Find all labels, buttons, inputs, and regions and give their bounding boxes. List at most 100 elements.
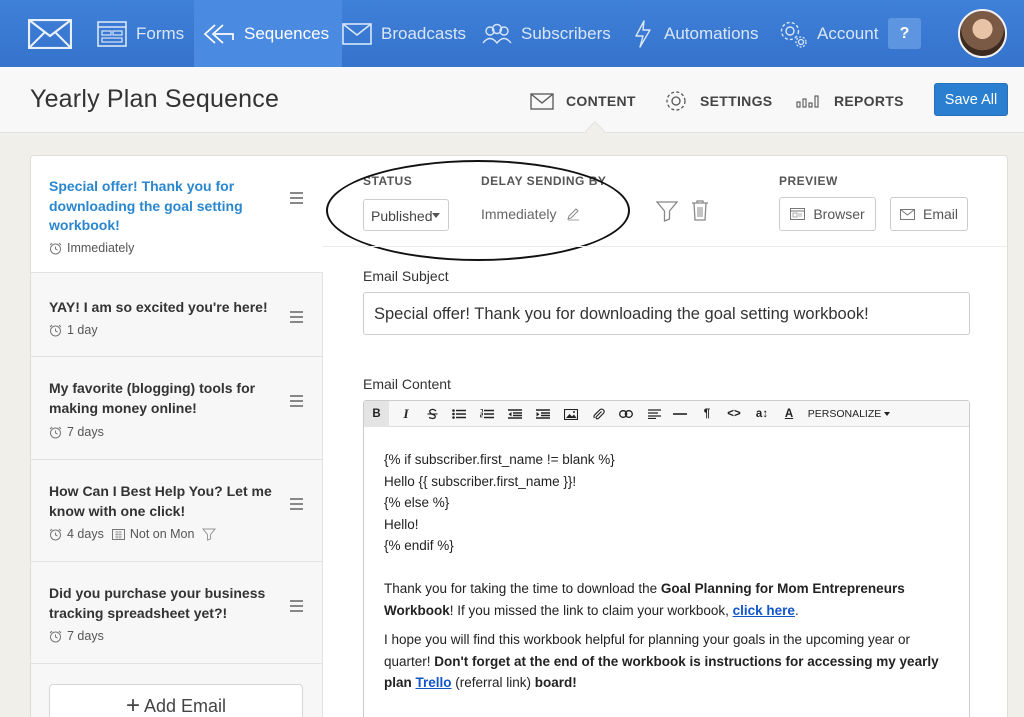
body-text: Thank you for taking the time to downloa… xyxy=(384,581,661,596)
email-delay: 7 days xyxy=(49,629,104,643)
email-title: How Can I Best Help You? Let me know wit… xyxy=(49,483,272,519)
nav-forms-label: Forms xyxy=(136,23,185,43)
calendar-icon xyxy=(111,529,125,540)
divider xyxy=(323,246,1007,247)
bullet-list-icon[interactable] xyxy=(448,401,470,427)
avatar[interactable] xyxy=(958,9,1007,58)
tab-reports[interactable]: REPORTS xyxy=(796,89,904,113)
attachment-icon[interactable] xyxy=(588,401,610,427)
horizontal-rule-icon[interactable] xyxy=(669,401,691,427)
drag-handle-icon[interactable] xyxy=(290,395,303,410)
body-line: Hello! xyxy=(384,516,419,532)
bold-button[interactable]: B xyxy=(364,401,389,427)
indent-icon[interactable] xyxy=(532,401,554,427)
preview-browser-label: Browser xyxy=(813,206,865,222)
nav-sequences[interactable]: Sequences xyxy=(194,0,342,67)
sequence-header: Yearly Plan Sequence CONTENT SETTINGS RE… xyxy=(0,67,1024,133)
nav-account-label: Account xyxy=(817,23,879,43)
list-item[interactable]: Special offer! Thank you for downloading… xyxy=(31,156,323,273)
editor-toolbar: B I ¶ <> a↕ A PERSONALIZE xyxy=(364,401,969,427)
browser-icon xyxy=(790,208,806,220)
body-line: {% endif %} xyxy=(384,538,454,553)
nav-subscribers-label: Subscribers xyxy=(521,23,611,43)
drag-handle-icon[interactable] xyxy=(290,600,303,615)
link-icon[interactable] xyxy=(615,401,637,427)
envelope-icon xyxy=(530,92,554,110)
lightning-icon xyxy=(635,19,651,48)
code-icon[interactable]: <> xyxy=(722,401,746,427)
alarm-clock-icon xyxy=(49,426,62,438)
list-item[interactable]: My favorite (blogging) tools for making … xyxy=(31,357,323,460)
align-left-icon[interactable] xyxy=(643,401,665,427)
gear-icon xyxy=(666,91,686,111)
email-delay-label: 7 days xyxy=(67,425,104,439)
nav-subscribers[interactable]: Subscribers xyxy=(482,0,611,67)
form-icon xyxy=(97,20,127,47)
body-text: ! If you missed the link to claim your w… xyxy=(449,602,733,618)
list-item[interactable]: YAY! I am so excited you're here! 1 day xyxy=(31,273,323,357)
list-item[interactable]: Did you purchase your business tracking … xyxy=(31,562,323,664)
logo[interactable] xyxy=(28,0,72,67)
paragraph-icon[interactable]: ¶ xyxy=(697,401,717,427)
list-item[interactable]: How Can I Best Help You? Let me know wit… xyxy=(31,460,323,562)
nav-broadcasts-label: Broadcasts xyxy=(381,23,467,43)
email-delay-label: 1 day xyxy=(67,323,98,337)
email-delay-label: 7 days xyxy=(67,629,104,643)
body-bold-text: board! xyxy=(534,675,577,690)
email-delay: 1 day xyxy=(49,323,98,337)
filter-icon[interactable] xyxy=(656,200,678,222)
drag-handle-icon[interactable] xyxy=(290,192,303,207)
alarm-clock-icon xyxy=(49,528,62,540)
subject-input[interactable]: Special offer! Thank you for downloading… xyxy=(363,292,970,335)
email-list-sidebar: Special offer! Thank you for downloading… xyxy=(31,156,323,717)
email-delay: Immediately xyxy=(49,241,134,255)
email-body[interactable]: {% if subscriber.first_name != blank %} … xyxy=(384,449,944,694)
body-text: (referral link) xyxy=(451,675,535,690)
preview-email-label: Email xyxy=(922,206,958,222)
email-delay-label: Immediately xyxy=(67,241,135,255)
people-icon xyxy=(482,23,512,44)
nav-broadcasts[interactable]: Broadcasts xyxy=(342,0,466,67)
nav-automations[interactable]: Automations xyxy=(634,0,759,67)
body-line: Hello {{ subscriber.first_name }}! xyxy=(384,473,577,489)
top-nav: Forms Sequences Broadcasts Subscribers A… xyxy=(0,0,1024,67)
tab-settings[interactable]: SETTINGS xyxy=(664,89,772,113)
preview-email-button[interactable]: Email xyxy=(890,197,968,231)
email-title: Did you purchase your business tracking … xyxy=(49,585,266,621)
add-email-button[interactable]: + Add Email xyxy=(49,684,303,717)
alarm-clock-icon xyxy=(49,630,62,642)
alarm-clock-icon xyxy=(49,242,62,254)
preview-browser-button[interactable]: Browser xyxy=(779,197,876,231)
trash-icon[interactable] xyxy=(691,199,709,221)
nav-forms[interactable]: Forms xyxy=(97,0,184,67)
add-email-label: Add Email xyxy=(143,695,227,716)
nav-sequences-label: Sequences xyxy=(244,23,330,43)
nav-account[interactable]: Account xyxy=(778,0,878,67)
sequence-editor-panel: Special offer! Thank you for downloading… xyxy=(30,155,1008,717)
tab-content[interactable]: CONTENT xyxy=(530,89,636,113)
email-schedule-label: Not on Mon xyxy=(129,527,195,541)
preview-label: PREVIEW xyxy=(779,174,838,188)
body-text: . xyxy=(794,602,799,618)
email-title: My favorite (blogging) tools for making … xyxy=(49,380,256,416)
image-icon[interactable] xyxy=(560,401,582,427)
email-content-editor[interactable]: B I ¶ <> a↕ A PERSONALIZE {% if subscrib… xyxy=(363,400,970,717)
email-delay: 7 days xyxy=(49,425,104,439)
help-button[interactable]: ? xyxy=(888,18,921,49)
drag-handle-icon[interactable] xyxy=(290,498,303,513)
personalize-dropdown[interactable]: PERSONALIZE xyxy=(806,401,892,427)
claim-workbook-link[interactable]: click here xyxy=(733,603,795,618)
font-size-icon[interactable]: a↕ xyxy=(750,401,774,427)
outdent-icon[interactable] xyxy=(504,401,526,427)
strikethrough-icon[interactable] xyxy=(421,401,443,427)
text-color-icon[interactable]: A xyxy=(778,401,800,427)
numbered-list-icon[interactable] xyxy=(476,401,498,427)
save-all-button[interactable]: Save All xyxy=(934,83,1008,116)
body-line: {% else %} xyxy=(384,495,450,510)
drag-handle-icon[interactable] xyxy=(290,311,303,326)
trello-link[interactable]: Trello xyxy=(416,675,452,690)
caret-down-icon xyxy=(884,412,891,416)
body-paragraph: I hope you will find this workbook helpf… xyxy=(384,629,944,694)
subject-label: Email Subject xyxy=(363,268,449,284)
italic-button[interactable]: I xyxy=(395,401,417,427)
